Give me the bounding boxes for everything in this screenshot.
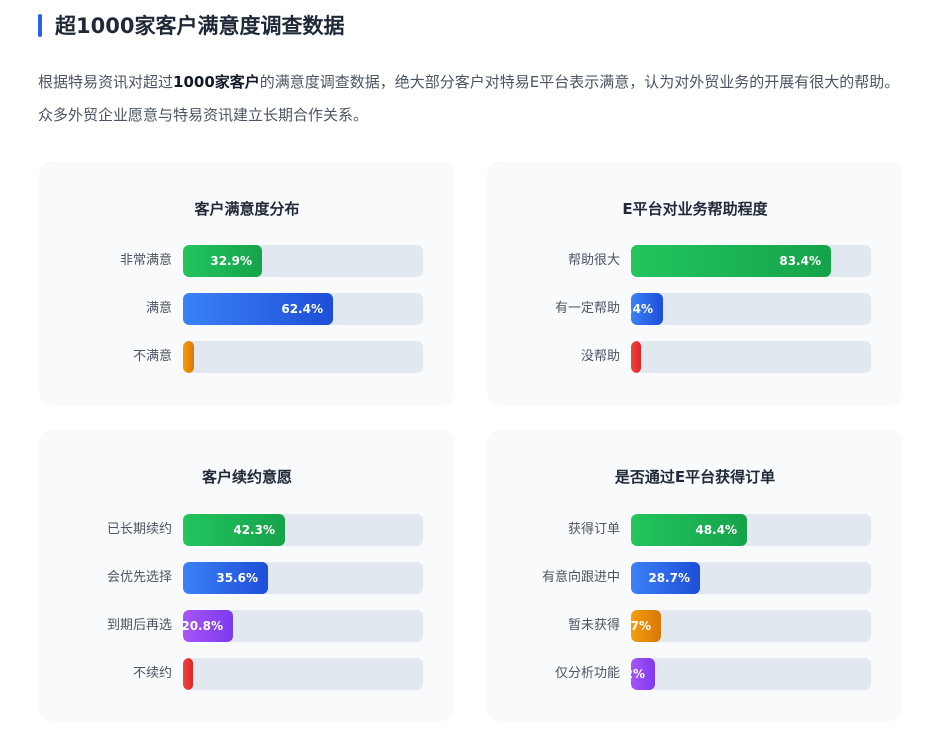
business-help-chart-card: E平台对业务帮助程度 帮助很大 83.4% 有一定帮助 13.4% 没帮助 [487, 161, 903, 405]
bar-track: 13.4% [631, 293, 871, 325]
bar-row: 暂未获得 12.7% [487, 610, 903, 642]
bar-fill: 28.7% [631, 562, 700, 594]
bar-category-label: 到期后再选 [106, 618, 172, 633]
bar-track [183, 341, 423, 373]
bar-row: 满意 62.4% [39, 293, 455, 325]
bar-value-label: 13.4% [631, 302, 653, 316]
bar-category-label: 非常满意 [119, 253, 172, 268]
bar-category-label: 没帮助 [580, 349, 620, 364]
title-accent-bar [38, 14, 42, 37]
orders-chart-card: 是否通过E平台获得订单 获得订单 48.4% 有意向跟进中 28.7% 暂未获得 12.7… [487, 430, 903, 721]
bar-track: 32.9% [183, 245, 423, 277]
bar-row: 已长期续约 42.3% [39, 514, 455, 546]
bar-row: 仅分析功能 10.2% [487, 658, 903, 690]
chart-title: 是否通过E平台获得订单 [614, 468, 776, 486]
bar-track: 28.7% [631, 562, 871, 594]
bar-fill [631, 341, 641, 373]
bar-track: 35.6% [183, 562, 423, 594]
bar-track: 20.8% [183, 610, 423, 642]
bar-value-label: 35.6% [216, 571, 258, 585]
satisfaction-chart-card: 客户满意度分布 非常满意 32.9% 满意 62.4% 不满意 [39, 161, 455, 405]
bar-row: 不续约 [39, 658, 455, 690]
bar-category-label: 会优先选择 [106, 570, 172, 585]
bar-category-label: 仅分析功能 [554, 666, 620, 681]
bar-row: 没帮助 [487, 341, 903, 373]
bar-row: 帮助很大 83.4% [487, 245, 903, 277]
bar-value-label: 10.2% [631, 667, 645, 681]
bar-fill: 35.6% [183, 562, 268, 594]
bar-category-label: 帮助很大 [567, 253, 620, 268]
bar-track: 42.3% [183, 514, 423, 546]
intro-highlight: 1000家客户 [173, 73, 260, 91]
bar-track: 62.4% [183, 293, 423, 325]
bar-track [631, 341, 871, 373]
bar-track: 48.4% [631, 514, 871, 546]
bar-value-label: 28.7% [648, 571, 690, 585]
bar-category-label: 有一定帮助 [554, 301, 620, 316]
chart-title: 客户满意度分布 [194, 200, 300, 218]
bar-category-label: 已长期续约 [106, 522, 172, 537]
bar-track: 10.2% [631, 658, 871, 690]
renewal-intent-chart-card: 客户续约意愿 已长期续约 42.3% 会优先选择 35.6% 到期后再选 20.8% 不续约 [39, 430, 455, 721]
bar-fill: 62.4% [183, 293, 333, 325]
bar-fill [183, 658, 193, 690]
bar-row: 非常满意 32.9% [39, 245, 455, 277]
bar-value-label: 20.8% [183, 619, 223, 633]
bar-value-label: 12.7% [631, 619, 651, 633]
bar-fill: 83.4% [631, 245, 831, 277]
bar-fill: 48.4% [631, 514, 747, 546]
bar-row: 有一定帮助 13.4% [487, 293, 903, 325]
bar-row: 获得订单 48.4% [487, 514, 903, 546]
bar-value-label: 32.9% [210, 254, 252, 268]
bar-row: 有意向跟进中 28.7% [487, 562, 903, 594]
bar-category-label: 有意向跟进中 [541, 570, 620, 585]
bar-row: 到期后再选 20.8% [39, 610, 455, 642]
bar-value-label: 62.4% [281, 302, 323, 316]
page-title: 超1000家客户满意度调查数据 [55, 14, 345, 38]
bar-fill: 10.2% [631, 658, 655, 690]
bar-value-label: 48.4% [695, 523, 737, 537]
bar-track: 12.7% [631, 610, 871, 642]
chart-title: E平台对业务帮助程度 [622, 200, 768, 218]
bar-fill [183, 341, 194, 373]
bar-track: 83.4% [631, 245, 871, 277]
bar-category-label: 不满意 [132, 349, 172, 364]
bar-row: 不满意 [39, 341, 455, 373]
bar-category-label: 满意 [145, 301, 172, 316]
bar-value-label: 42.3% [233, 523, 275, 537]
bar-track [183, 658, 423, 690]
bar-fill: 32.9% [183, 245, 262, 277]
bar-category-label: 暂未获得 [567, 618, 620, 633]
bar-fill: 13.4% [631, 293, 663, 325]
bar-fill: 20.8% [183, 610, 233, 642]
bar-row: 会优先选择 35.6% [39, 562, 455, 594]
bar-category-label: 获得订单 [567, 522, 620, 537]
intro-paragraph: 根据特易资讯对超过1000家客户的满意度调查数据，绝大部分客户对特易E平台表示满… [38, 66, 908, 132]
intro-text-start: 根据特易资讯对超过 [38, 73, 174, 91]
chart-title: 客户续约意愿 [201, 468, 292, 486]
bar-fill: 12.7% [631, 610, 661, 642]
bar-value-label: 83.4% [779, 254, 821, 268]
bar-category-label: 不续约 [132, 666, 172, 681]
bar-fill: 42.3% [183, 514, 285, 546]
